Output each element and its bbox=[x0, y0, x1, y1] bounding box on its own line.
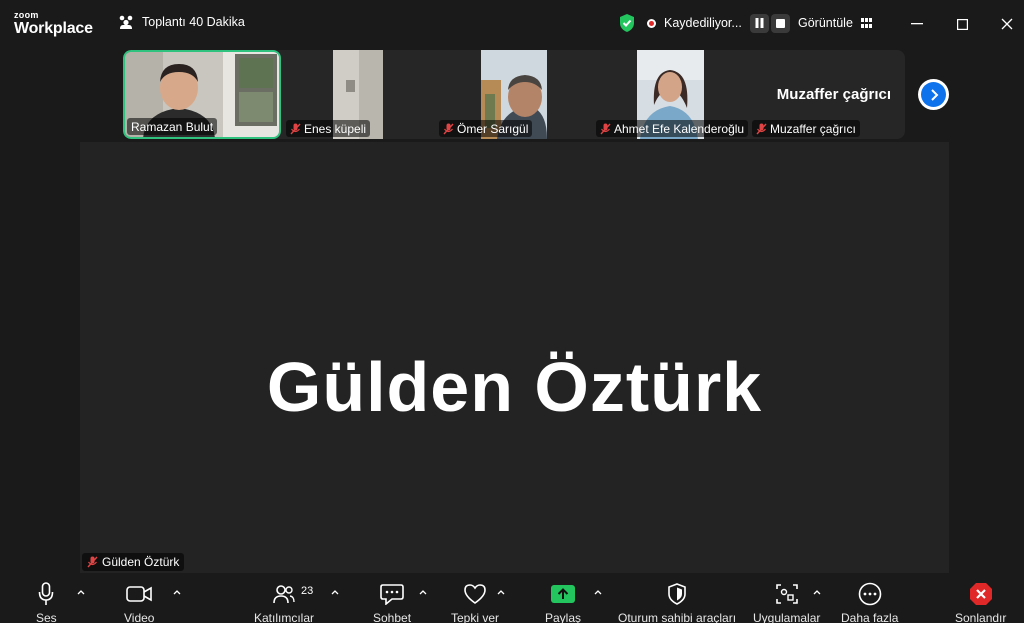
microphone-icon bbox=[39, 582, 54, 605]
participant-name-pill: Ahmet Efe Kalenderoğlu bbox=[596, 120, 749, 137]
participant-name-pill: Enes küpeli bbox=[286, 120, 371, 137]
chat-icon bbox=[380, 584, 404, 605]
participants-options-caret-icon[interactable] bbox=[330, 587, 340, 597]
apps-icon bbox=[775, 584, 798, 604]
muted-mic-icon bbox=[87, 556, 98, 568]
share-options-caret-icon[interactable] bbox=[593, 587, 603, 597]
zoom-logo: zoom Workplace bbox=[14, 11, 93, 37]
end-meeting-button[interactable]: Sonlandır bbox=[955, 581, 1006, 623]
muted-mic-icon bbox=[756, 123, 767, 134]
participant-avatar-name: Muzaffer çağrıcı bbox=[776, 86, 891, 103]
close-window-button[interactable] bbox=[992, 10, 1022, 38]
pause-recording-button[interactable] bbox=[749, 13, 769, 33]
apps-label: Uygulamalar bbox=[753, 611, 821, 623]
main-speaker-view[interactable]: Gülden Öztürk Gülden Öztürk bbox=[80, 142, 949, 573]
end-call-icon bbox=[969, 583, 992, 605]
muted-mic-icon bbox=[600, 123, 611, 134]
participant-name: Muzaffer çağrıcı bbox=[770, 121, 856, 136]
participants-icon bbox=[273, 585, 295, 604]
participant-name: Ahmet Efe Kalenderoğlu bbox=[614, 121, 745, 136]
chat-options-caret-icon[interactable] bbox=[418, 587, 428, 597]
logo-line1: zoom bbox=[14, 10, 39, 20]
pause-icon bbox=[755, 18, 764, 28]
audio-options-caret-icon[interactable] bbox=[76, 587, 86, 597]
participant-strip: Ramazan Bulut Enes küpeli Ömer Sarıgül A… bbox=[123, 50, 905, 139]
encryption-shield-icon[interactable] bbox=[618, 13, 636, 33]
end-label: Sonlandır bbox=[955, 611, 1007, 623]
apps-options-caret-icon[interactable] bbox=[812, 587, 822, 597]
maximize-icon bbox=[956, 18, 968, 30]
audio-button[interactable]: Ses bbox=[36, 581, 57, 623]
host-tools-shield-icon bbox=[668, 583, 686, 605]
speaker-name-label: Gülden Öztürk bbox=[102, 555, 180, 569]
recording-dot-icon bbox=[647, 18, 656, 28]
more-options-icon bbox=[858, 582, 881, 606]
video-button[interactable]: Video bbox=[124, 581, 154, 623]
close-icon bbox=[1001, 18, 1013, 30]
participant-tile[interactable]: Ahmet Efe Kalenderoğlu bbox=[594, 50, 749, 139]
view-button[interactable]: Görüntüle bbox=[798, 16, 872, 30]
audio-label: Ses bbox=[36, 611, 57, 623]
participant-tile[interactable]: Ramazan Bulut bbox=[123, 50, 281, 139]
react-label: Tepki ver bbox=[451, 611, 500, 623]
stop-recording-button[interactable] bbox=[770, 13, 790, 33]
participant-name: Enes küpeli bbox=[304, 121, 367, 136]
share-label: Paylaş bbox=[545, 611, 582, 623]
view-label: Görüntüle bbox=[798, 16, 853, 30]
minimize-icon bbox=[911, 23, 923, 25]
participant-name-pill: Muzaffer çağrıcı bbox=[752, 120, 860, 137]
more-label: Daha fazla bbox=[841, 611, 899, 623]
participant-tile[interactable]: Enes küpeli bbox=[284, 50, 436, 139]
video-camera-icon bbox=[126, 586, 153, 602]
meeting-info[interactable]: Toplantı 40 Dakika bbox=[118, 15, 245, 29]
speaker-name-pill: Gülden Öztürk bbox=[82, 553, 185, 571]
participants-count: 23 bbox=[301, 585, 314, 597]
minimize-button[interactable] bbox=[902, 10, 932, 38]
meeting-title: Toplantı 40 Dakika bbox=[142, 15, 245, 29]
chat-button[interactable]: Sohbet bbox=[373, 581, 411, 623]
chevron-right-icon bbox=[921, 82, 946, 107]
next-page-button[interactable] bbox=[918, 79, 949, 110]
host-tools-button[interactable]: Oturum sahibi araçları bbox=[618, 581, 736, 623]
participant-name-pill: Ramazan Bulut bbox=[127, 118, 218, 135]
logo-line2: Workplace bbox=[14, 20, 93, 37]
share-screen-button[interactable]: Paylaş bbox=[545, 581, 581, 623]
share-screen-icon bbox=[551, 585, 576, 603]
video-label: Video bbox=[124, 611, 155, 623]
maximize-button[interactable] bbox=[947, 10, 977, 38]
host-tools-label: Oturum sahibi araçları bbox=[618, 611, 737, 623]
stop-icon bbox=[775, 18, 785, 28]
meeting-info-icon bbox=[119, 15, 133, 29]
participants-label: Katılımcılar bbox=[254, 611, 315, 623]
grid-view-icon bbox=[860, 18, 872, 28]
speaker-name-display: Gülden Öztürk bbox=[266, 348, 763, 426]
muted-mic-icon bbox=[290, 123, 301, 134]
title-bar: zoom Workplace Toplantı 40 Dakika Kayded… bbox=[0, 0, 1024, 48]
meeting-toolbar: Ses Video Katılımcılar 23 Sohbet Tepki v… bbox=[0, 573, 1024, 623]
participant-name: Ömer Sarıgül bbox=[457, 121, 529, 136]
react-options-caret-icon[interactable] bbox=[496, 587, 506, 597]
muted-mic-icon bbox=[443, 123, 454, 134]
recording-status: Kaydediliyor... bbox=[664, 16, 742, 30]
participant-name: Ramazan Bulut bbox=[131, 119, 214, 134]
participant-name-pill: Ömer Sarıgül bbox=[439, 120, 533, 137]
react-button[interactable]: Tepki ver bbox=[451, 581, 499, 623]
participant-tile[interactable]: Muzaffer çağrıcı Muzaffer çağrıcı bbox=[750, 50, 905, 139]
heart-icon bbox=[464, 584, 486, 604]
apps-button[interactable]: Uygulamalar bbox=[753, 581, 820, 623]
video-options-caret-icon[interactable] bbox=[172, 587, 182, 597]
chat-label: Sohbet bbox=[373, 611, 412, 623]
participant-tile[interactable]: Ömer Sarıgül bbox=[437, 50, 593, 139]
recording-area: Kaydediliyor... bbox=[618, 13, 790, 33]
more-button[interactable]: Daha fazla bbox=[841, 581, 898, 623]
